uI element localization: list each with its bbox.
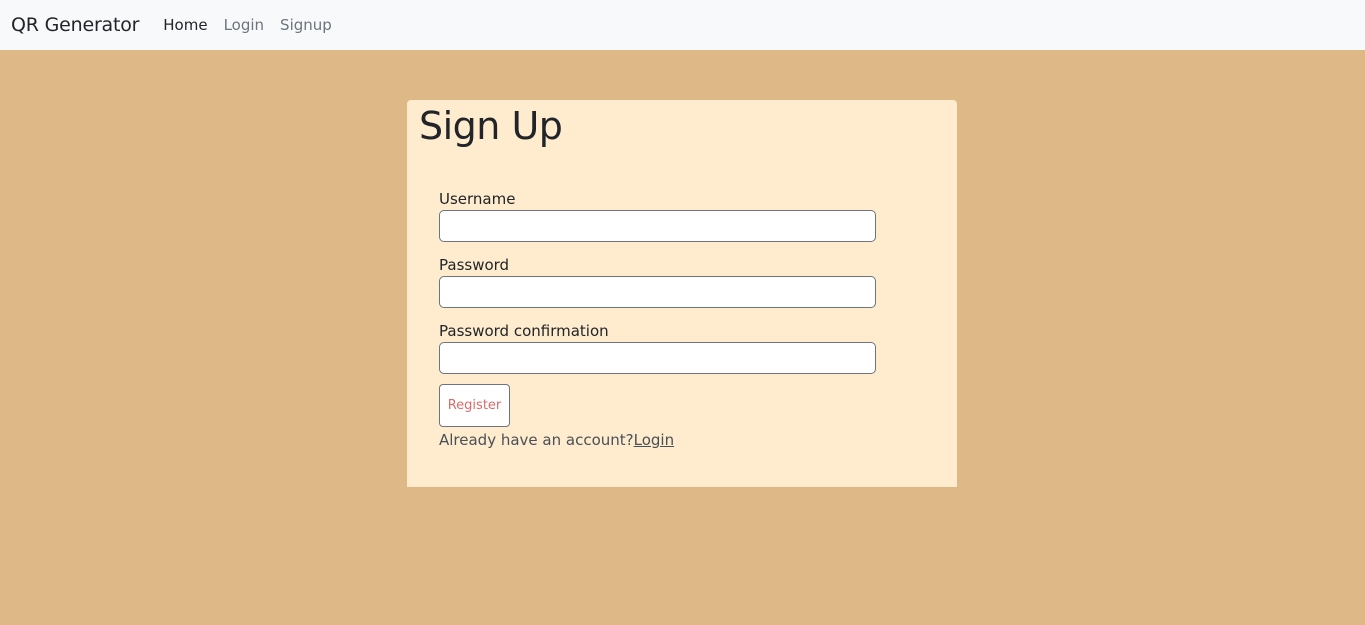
page-title: Sign Up [419,104,563,148]
nav-link-login[interactable]: Login [224,16,264,34]
signup-card: Sign Up Username Password Password confi… [407,100,957,487]
account-prompt-text: Already have an account? [439,431,634,449]
register-button[interactable]: Register [439,384,510,427]
username-label: Username [439,190,516,208]
password-confirmation-label: Password confirmation [439,322,609,340]
nav-link-signup[interactable]: Signup [280,16,332,34]
password-label: Password [439,256,510,274]
password-input[interactable] [439,276,876,308]
navbar-brand[interactable]: QR Generator [11,14,139,36]
login-link[interactable]: Login [634,431,674,449]
password-confirmation-input[interactable] [439,342,876,374]
login-prompt: Already have an account?Login [439,431,674,449]
navbar: QR Generator Home Login Signup [0,0,1365,50]
username-input[interactable] [439,210,876,242]
nav-link-home[interactable]: Home [163,16,207,34]
